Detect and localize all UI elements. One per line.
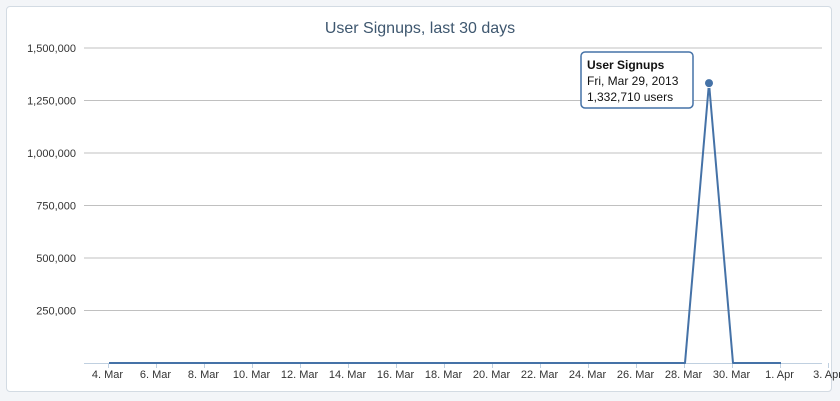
x-tick-label: 10. Mar	[233, 369, 271, 381]
tooltip-date: Fri, Mar 29, 2013	[587, 74, 679, 88]
x-tick-label: 14. Mar	[329, 369, 367, 381]
x-tick-label: 1. Apr	[765, 369, 794, 381]
tooltip: User Signups Fri, Mar 29, 2013 1,332,710…	[580, 51, 694, 109]
chart-title: User Signups, last 30 days	[325, 20, 515, 37]
y-tick-label: 1,000,000	[27, 148, 76, 160]
y-tick-label: 1,500,000	[27, 43, 76, 55]
series-user-signups[interactable]	[109, 78, 781, 364]
x-tick-label: 16. Mar	[377, 369, 415, 381]
line-chart: User Signups, last 30 days 1,500,000 1,25…	[27, 20, 840, 381]
x-tick-label: 8. Mar	[188, 369, 220, 381]
x-tick-label: 30. Mar	[713, 369, 751, 381]
tooltip-value: 1,332,710 users	[587, 90, 673, 104]
x-tick-label: 28. Mar	[665, 369, 703, 381]
x-tick-label: 20. Mar	[473, 369, 511, 381]
x-tick-label: 12. Mar	[281, 369, 319, 381]
x-tick-label: 18. Mar	[425, 369, 463, 381]
y-axis: 1,500,000 1,250,000 1,000,000 750,000 500,00…	[27, 43, 76, 318]
x-tick-label: 22. Mar	[521, 369, 559, 381]
tooltip-title: User Signups	[587, 58, 665, 72]
x-tick-label: 26. Mar	[617, 369, 655, 381]
x-tick-label: 6. Mar	[140, 369, 172, 381]
y-tick-label: 250,000	[36, 306, 76, 318]
x-tick-label: 4. Mar	[92, 369, 124, 381]
x-axis: 4. Mar 6. Mar 8. Mar 10. Mar 12. Mar 14. Mar 1…	[84, 363, 840, 381]
series-line[interactable]	[109, 82, 781, 364]
y-tick-label: 1,250,000	[27, 96, 76, 108]
y-tick-label: 750,000	[36, 201, 76, 213]
x-tick-label: 24. Mar	[569, 369, 607, 381]
y-tick-label: 500,000	[36, 253, 76, 265]
x-tick-label: 3. Apr	[813, 369, 840, 381]
data-point-marker[interactable]	[704, 78, 714, 89]
